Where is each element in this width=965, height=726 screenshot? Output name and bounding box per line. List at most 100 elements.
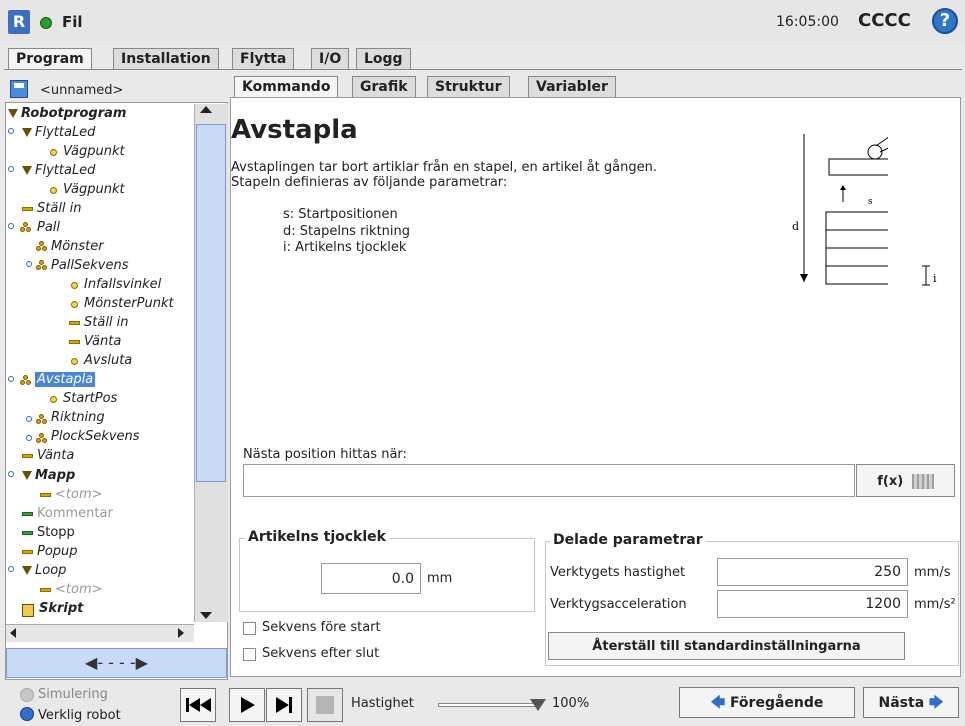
sequence-before-start-checkbox[interactable] [243,622,256,635]
play-button[interactable] [229,688,265,722]
tree-node-tom-2[interactable]: <tom> [55,582,103,597]
move-node-arrows-icon[interactable]: ◀- - - -▶ [6,648,227,678]
tree-node-pall[interactable]: Pall [37,220,60,235]
expand-icon[interactable] [8,166,14,172]
fx-expression-button[interactable]: f(x) [856,464,955,497]
sequence-before-start-label: Sekvens före start [262,620,381,635]
real-robot-radio[interactable] [20,707,34,721]
tree-node-avsluta[interactable]: Avsluta [84,353,132,368]
tree-node-vanta[interactable]: Vänta [84,334,121,349]
destack-icon [20,375,32,385]
tree-scroll-thumb[interactable] [196,124,226,482]
waypoint-icon [71,282,78,289]
tab-grafik[interactable]: Grafik [352,76,416,98]
thickness-input[interactable]: 0.0 [321,563,421,594]
tool-speed-input[interactable]: 250 [717,558,908,586]
sequence-icon [36,433,48,443]
previous-button[interactable]: 🡄 Föregående [679,687,855,718]
tab-io[interactable]: I/O [311,48,350,70]
file-menu[interactable]: Fil [62,13,83,31]
diagram-d: d [792,220,799,233]
previous-label: Föregående [729,695,824,711]
help-button[interactable]: ? [932,8,958,34]
expand-icon[interactable] [8,376,14,382]
tree-node-monster[interactable]: Mönster [51,239,104,254]
command-title: Avstapla [231,115,358,145]
scroll-down-icon[interactable] [200,612,212,619]
clock: 16:05:00 [776,14,839,30]
tab-logg[interactable]: Logg [356,48,411,70]
tree-node-popup[interactable]: Popup [37,544,78,559]
next-button[interactable]: Nästa 🡆 [863,687,959,718]
tree-node-vagpunkt-1[interactable]: Vägpunkt [63,144,125,159]
stop-icon [316,696,334,714]
simulation-radio[interactable] [20,688,34,702]
destack-diagram: d s [792,134,888,285]
scroll-up-icon[interactable] [200,106,212,113]
fx-label: f(x) [877,474,904,489]
next-position-expression-input[interactable] [243,464,855,497]
tree-node-tom-1[interactable]: <tom> [55,487,103,502]
tree-node-stall-in-2[interactable]: Ställ in [84,315,129,330]
set-icon [69,321,80,325]
stop-button[interactable] [307,688,343,722]
tree-node-flyttaled-2[interactable]: FlyttaLed [35,163,95,178]
expand-icon[interactable] [8,128,14,134]
diagram-s: s [868,197,873,207]
rewind-button[interactable] [180,688,216,722]
tree-node-infallsvinkel[interactable]: Infallsvinkel [84,277,161,292]
reset-defaults-button[interactable]: Återställ till standardinställningarna [548,632,905,660]
program-tree: Robotprogram FlyttaLed Vägpunkt FlyttaLe… [6,104,194,622]
program-name: <unnamed> [40,83,124,98]
step-button[interactable] [266,688,302,722]
tool-acceleration-input[interactable]: 1200 [717,590,908,618]
tab-installation[interactable]: Installation [113,48,219,70]
sequence-after-end-checkbox[interactable] [243,648,256,661]
direction-icon [36,414,48,424]
tree-node-vanta-2[interactable]: Vänta [37,448,74,463]
tab-flytta[interactable]: Flytta [232,48,295,70]
tree-node-stall-in[interactable]: Ställ in [37,201,82,216]
save-icon[interactable] [10,80,28,98]
tree-node-flyttaled-1[interactable]: FlyttaLed [35,125,95,140]
move-triangle-icon [22,128,32,137]
tree-node-kommentar[interactable]: Kommentar [37,506,113,521]
thickness-marker [888,212,918,292]
tree-node-loop[interactable]: Loop [35,563,66,578]
expand-icon[interactable] [26,261,32,267]
speed-slider-thumb[interactable] [530,699,546,711]
expand-icon[interactable] [8,471,14,477]
tree-node-pallsekvens[interactable]: PallSekvens [51,258,129,273]
tab-kommando[interactable]: Kommando [234,76,339,98]
tree-node-avstapla[interactable]: Avstapla [35,372,96,387]
step-icon [276,697,292,713]
tree-node-monsterpunkt[interactable]: MönsterPunkt [84,296,174,311]
wait-icon [69,340,80,344]
tree-node-plocksekvens[interactable]: PlockSekvens [51,429,140,444]
folder-triangle-icon [22,471,32,480]
tab-struktur[interactable]: Struktur [427,76,510,98]
waypoint-icon [50,149,57,156]
tab-program[interactable]: Program [8,48,92,70]
scroll-right-icon[interactable] [178,628,184,638]
waypoint-icon [71,358,78,365]
expand-icon[interactable] [26,435,32,441]
tree-node-mapp[interactable]: Mapp [35,468,75,483]
expand-icon[interactable] [8,223,14,229]
description-line-1: Avstaplingen tar bort artiklar från en s… [231,160,657,175]
speed-percent: 100% [552,696,590,711]
robot-name: CCCC [858,10,911,31]
tree-node-stopp[interactable]: Stopp [37,525,75,540]
speed-slider[interactable] [438,703,538,707]
tree-node-robotprogram[interactable]: Robotprogram [21,106,126,121]
tree-horizontal-scrollbar[interactable] [6,624,194,642]
expand-icon[interactable] [26,416,32,422]
expand-icon[interactable] [8,566,14,572]
stop-icon [22,531,33,535]
tree-node-skript[interactable]: Skript [39,601,83,616]
tree-node-startpos[interactable]: StartPos [63,391,117,406]
tab-variabler[interactable]: Variabler [528,76,616,98]
tree-node-riktning[interactable]: Riktning [51,410,105,425]
tree-node-vagpunkt-2[interactable]: Vägpunkt [63,182,125,197]
scroll-left-icon[interactable] [10,628,16,638]
